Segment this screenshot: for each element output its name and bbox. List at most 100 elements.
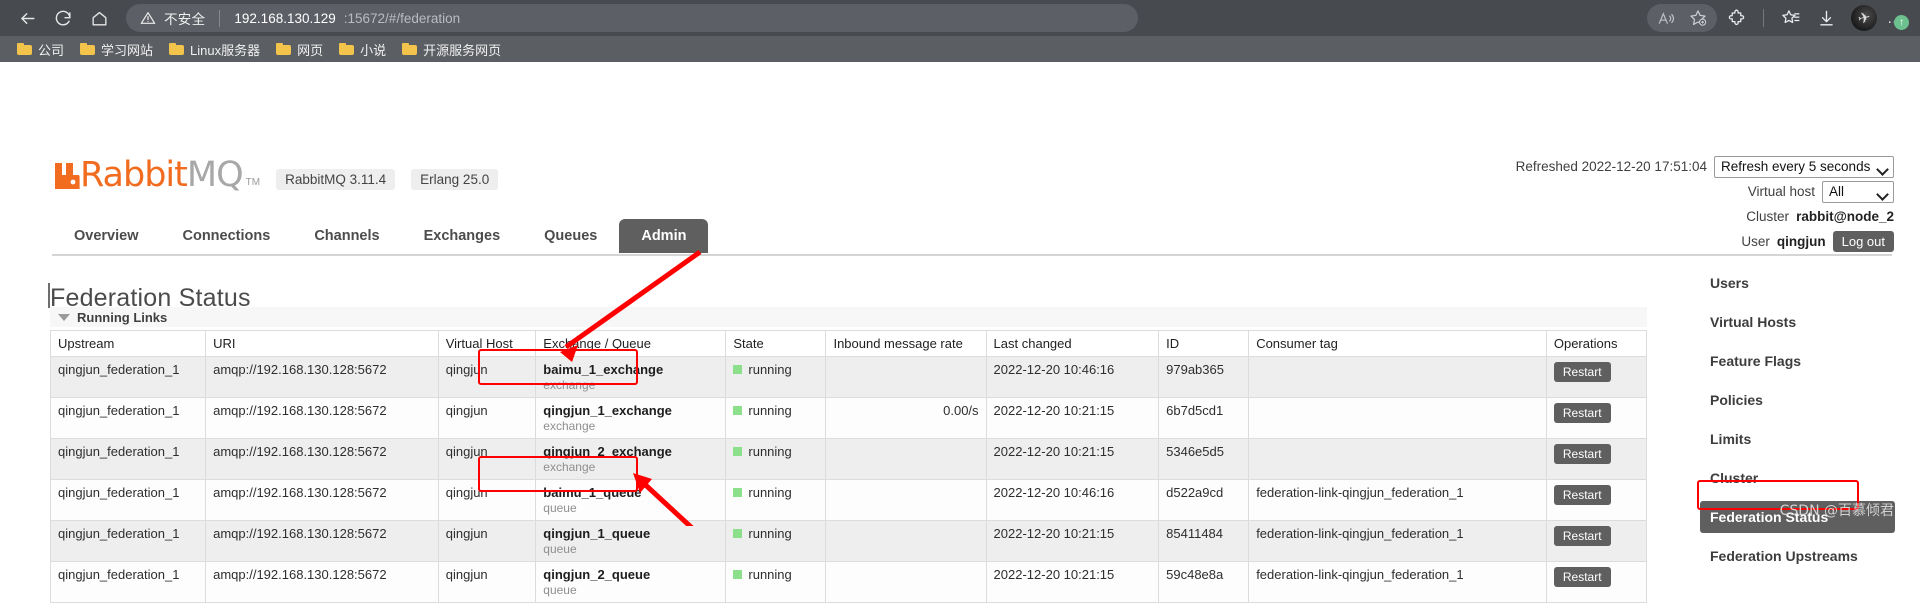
- cell-inbound-rate: [825, 479, 987, 521]
- logo-text-mq: MQ: [186, 155, 244, 195]
- cell-inbound-rate: [825, 438, 987, 480]
- main-nav-tabs: Overview Connections Channels Exchanges …: [52, 219, 709, 253]
- logo-text-rabbit: Rabbit: [80, 155, 188, 195]
- rabbitmq-logo[interactable]: Rabbit MQ TM: [52, 158, 260, 193]
- folder-icon: [17, 43, 32, 55]
- browser-toolbar: 不安全 192.168.130.129:15672/#/federation: [0, 0, 1920, 36]
- state-label: running: [748, 362, 792, 377]
- restart-button[interactable]: Restart: [1553, 444, 1611, 464]
- cell-exchange-queue[interactable]: qingjun_1_exchange exchange: [535, 397, 727, 439]
- restart-button[interactable]: Restart: [1553, 485, 1611, 505]
- cell-upstream: qingjun_federation_1: [49, 520, 207, 562]
- table-row: qingjun_federation_1 amqp://192.168.130.…: [49, 561, 1648, 603]
- cell-inbound-rate: [825, 520, 987, 562]
- browser-settings-more-button[interactable]: … ↑: [1880, 4, 1910, 32]
- link-name: baimu_1_exchange: [543, 362, 664, 377]
- link-kind: queue: [543, 583, 577, 597]
- restart-button[interactable]: Restart: [1553, 403, 1611, 423]
- cell-exchange-queue[interactable]: baimu_1_exchange exchange: [535, 356, 727, 398]
- read-aloud-icon[interactable]: [1650, 4, 1682, 32]
- sidebar-item-cluster[interactable]: Cluster: [1700, 462, 1900, 494]
- sidebar-item-users[interactable]: Users: [1700, 267, 1900, 299]
- cell-virtual-host: qingjun: [437, 561, 537, 603]
- tab-overview[interactable]: Overview: [52, 219, 161, 253]
- tab-queues[interactable]: Queues: [522, 219, 619, 253]
- col-last-changed[interactable]: Last changed: [985, 330, 1160, 357]
- vhost-select-wrap: All: [1822, 180, 1894, 203]
- cell-exchange-queue[interactable]: qingjun_2_exchange exchange: [535, 438, 727, 480]
- cell-exchange-queue[interactable]: qingjun_1_queue queue: [535, 520, 727, 562]
- tab-admin[interactable]: Admin: [619, 219, 709, 253]
- collections-icon[interactable]: [1775, 4, 1807, 32]
- bookmark-label: 小说: [360, 42, 387, 58]
- sidebar-item-feature-flags[interactable]: Feature Flags: [1700, 345, 1900, 377]
- col-state[interactable]: State: [725, 330, 827, 357]
- home-icon[interactable]: [82, 3, 116, 33]
- cell-id: 979ab365: [1158, 356, 1250, 398]
- restart-button[interactable]: Restart: [1553, 526, 1611, 546]
- sidebar-item-policies[interactable]: Policies: [1700, 384, 1900, 416]
- refresh-interval-select[interactable]: Refresh every 5 seconds: [1714, 155, 1894, 178]
- rate-value: 0.00/s: [943, 403, 979, 418]
- tab-connections[interactable]: Connections: [161, 219, 293, 253]
- url-host: 192.168.130.129: [234, 10, 336, 26]
- col-virtual-host[interactable]: Virtual Host: [437, 330, 537, 357]
- col-uri[interactable]: URI: [205, 330, 439, 357]
- sidebar-item-virtual-hosts[interactable]: Virtual Hosts: [1700, 306, 1900, 338]
- table-row: qingjun_federation_1 amqp://192.168.130.…: [49, 397, 1648, 439]
- link-name: qingjun_2_exchange: [543, 444, 672, 459]
- cluster-value: rabbit@node_2: [1796, 209, 1894, 224]
- col-consumer-tag[interactable]: Consumer tag: [1248, 330, 1547, 357]
- reload-icon[interactable]: [46, 3, 80, 33]
- omnibox-actions: [1647, 4, 1717, 32]
- virtual-host-select[interactable]: All: [1822, 180, 1894, 203]
- cell-operations: Restart: [1545, 520, 1648, 562]
- sidebar-item-federation-upstreams[interactable]: Federation Upstreams: [1700, 540, 1900, 572]
- tab-channels[interactable]: Channels: [292, 219, 401, 253]
- bookmark-item[interactable]: 公司: [10, 38, 71, 61]
- restart-button[interactable]: Restart: [1553, 362, 1611, 382]
- extensions-icon[interactable]: [1720, 4, 1752, 32]
- cell-last-changed: 2022-12-20 10:21:15: [985, 438, 1160, 480]
- rabbitmq-logo-row: Rabbit MQ TM RabbitMQ 3.11.4 Erlang 25.0: [52, 158, 499, 193]
- folder-icon: [339, 43, 355, 55]
- downloads-icon[interactable]: [1810, 4, 1842, 32]
- address-bar[interactable]: 不安全 192.168.130.129:15672/#/federation: [126, 4, 1138, 32]
- cell-exchange-queue[interactable]: qingjun_2_queue queue: [535, 561, 727, 603]
- sidebar-item-limits[interactable]: Limits: [1700, 423, 1900, 455]
- refresh-interval-wrap: Refresh every 5 seconds: [1714, 155, 1894, 178]
- add-favorite-icon[interactable]: [1682, 4, 1714, 32]
- status-panel: Refreshed 2022-12-20 17:51:04 Refresh ev…: [1516, 154, 1894, 254]
- state-label: running: [748, 526, 792, 541]
- col-inbound-rate[interactable]: Inbound message rate: [825, 330, 987, 357]
- tab-exchanges[interactable]: Exchanges: [402, 219, 523, 253]
- bookmark-item[interactable]: 网页: [269, 38, 330, 61]
- admin-side-menu: Users Virtual Hosts Feature Flags Polici…: [1700, 267, 1900, 579]
- status-dot-icon: [733, 447, 743, 456]
- running-links-section-header[interactable]: Running Links: [50, 307, 1647, 327]
- bookmark-item[interactable]: 开源服务网页: [395, 38, 508, 61]
- col-id[interactable]: ID: [1158, 330, 1250, 357]
- link-name: qingjun_2_queue: [543, 567, 651, 582]
- table-row: qingjun_federation_1 amqp://192.168.130.…: [49, 520, 1648, 562]
- bookmark-item[interactable]: 小说: [332, 38, 393, 61]
- log-out-button[interactable]: Log out: [1832, 231, 1894, 252]
- bookmark-item[interactable]: 学习网站: [73, 38, 160, 61]
- avatar[interactable]: ✈: [1851, 5, 1877, 31]
- restart-button[interactable]: Restart: [1553, 567, 1611, 587]
- bookmark-item[interactable]: Linux服务器: [162, 38, 267, 61]
- col-exchange-queue[interactable]: Exchange / Queue: [535, 330, 727, 357]
- link-kind: exchange: [543, 460, 596, 474]
- folder-icon: [80, 43, 96, 55]
- back-arrow-icon[interactable]: [10, 3, 44, 33]
- folder-icon: [402, 43, 418, 55]
- cell-virtual-host: qingjun: [437, 397, 537, 439]
- cell-last-changed: 2022-12-20 10:21:15: [985, 397, 1160, 439]
- cell-exchange-queue[interactable]: baimu_1_queue queue: [535, 479, 727, 521]
- col-upstream[interactable]: Upstream: [49, 330, 207, 357]
- cell-id: 6b7d5cd1: [1158, 397, 1250, 439]
- status-dot-icon: [733, 365, 743, 374]
- table-row: qingjun_federation_1 amqp://192.168.130.…: [49, 356, 1648, 398]
- toolbar-divider: [1763, 9, 1764, 27]
- cell-operations: Restart: [1545, 438, 1648, 480]
